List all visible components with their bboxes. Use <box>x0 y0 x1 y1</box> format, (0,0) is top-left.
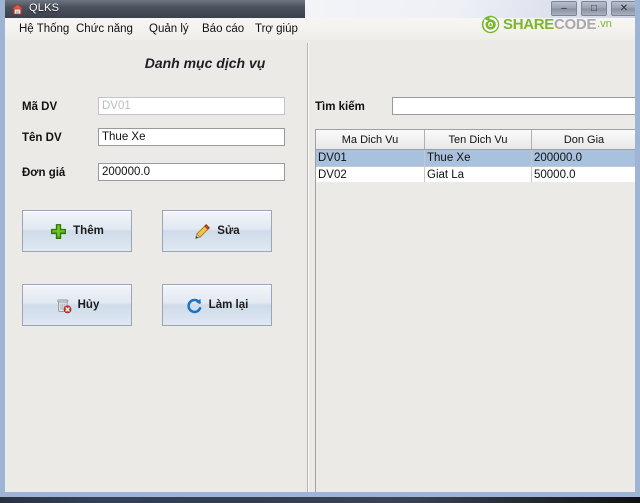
house-icon <box>11 3 24 15</box>
form-content: Danh mục dịch vụ Mã DV Tên DV Đơn giá Th… <box>5 40 635 497</box>
table-empty-area <box>316 182 635 492</box>
menu-item-tro-giup[interactable]: Trợ giúp <box>251 21 302 37</box>
trash-delete-icon <box>56 299 72 313</box>
logo-share-text: SHARE <box>503 15 555 33</box>
label-don-gia: Đơn giá <box>22 167 66 179</box>
logo-vn-text: .vn <box>597 18 612 30</box>
sharecode-recycle-icon <box>481 15 500 33</box>
panel-divider <box>307 43 309 492</box>
menu-item-quan-ly[interactable]: Quản lý <box>145 21 193 37</box>
col-header-ma-dich-vu[interactable]: Ma Dich Vu <box>316 130 425 150</box>
cell-ten-dich-vu: Thue Xe <box>424 149 532 167</box>
service-table-panel[interactable]: Ma Dich Vu Ten Dich Vu Don Gia DV01 Thue… <box>315 129 635 492</box>
cell-don-gia: 50000.0 <box>531 166 635 184</box>
menu-item-chuc-nang[interactable]: Chức năng <box>72 21 137 37</box>
label-search: Tìm kiếm <box>315 101 365 113</box>
close-icon: ✕ <box>619 3 629 14</box>
col-header-ten-dich-vu[interactable]: Ten Dich Vu <box>424 130 532 150</box>
edit-button[interactable]: Sửa <box>162 210 272 252</box>
window-title: QLKS <box>29 2 60 14</box>
ma-dv-input[interactable] <box>98 97 285 115</box>
label-ma-dv: Mã DV <box>22 101 58 113</box>
sharecode-logo: SHARE CODE .vn <box>481 13 612 35</box>
reset-button[interactable]: Làm lại <box>162 284 272 326</box>
col-header-don-gia[interactable]: Don Gia <box>531 130 635 150</box>
don-gia-input[interactable] <box>98 163 285 181</box>
reset-button-label: Làm lại <box>208 299 249 311</box>
table-header-row: Ma Dich Vu Ten Dich Vu Don Gia <box>316 130 635 150</box>
label-ten-dv: Tên DV <box>22 132 62 144</box>
add-button[interactable]: Thêm <box>22 210 132 252</box>
search-input[interactable] <box>392 97 635 115</box>
cell-ma-dich-vu: DV02 <box>316 166 425 184</box>
table-row[interactable]: DV01 Thue Xe 200000.0 <box>316 149 635 167</box>
ten-dv-input[interactable] <box>98 128 285 146</box>
edit-button-label: Sửa <box>217 225 240 237</box>
application-window: QLKS – □ ✕ Hệ Thống Chức năng Quản lý Bá… <box>0 0 640 497</box>
close-button[interactable]: ✕ <box>611 1 635 16</box>
cell-ma-dich-vu: DV01 <box>316 149 425 167</box>
menu-item-he-thong[interactable]: Hệ Thống <box>15 21 73 37</box>
table-row[interactable]: DV02 Giat La 50000.0 <box>316 166 635 184</box>
menu-item-bao-cao[interactable]: Báo cáo <box>198 21 248 37</box>
plus-icon <box>51 223 67 239</box>
refresh-icon <box>187 298 201 313</box>
cell-ten-dich-vu: Giat La <box>424 166 532 184</box>
page-title: Danh mục dịch vụ <box>144 55 266 71</box>
logo-code-text: CODE <box>554 15 597 33</box>
service-table: Ma Dich Vu Ten Dich Vu Don Gia DV01 Thue… <box>316 130 635 184</box>
cell-don-gia: 200000.0 <box>531 149 635 167</box>
watermark-left: ShareCode.vn <box>104 496 228 497</box>
add-button-label: Thêm <box>73 225 104 237</box>
delete-button[interactable]: Hủy <box>22 284 132 326</box>
delete-button-label: Hủy <box>77 299 100 311</box>
pencil-icon <box>195 223 211 239</box>
